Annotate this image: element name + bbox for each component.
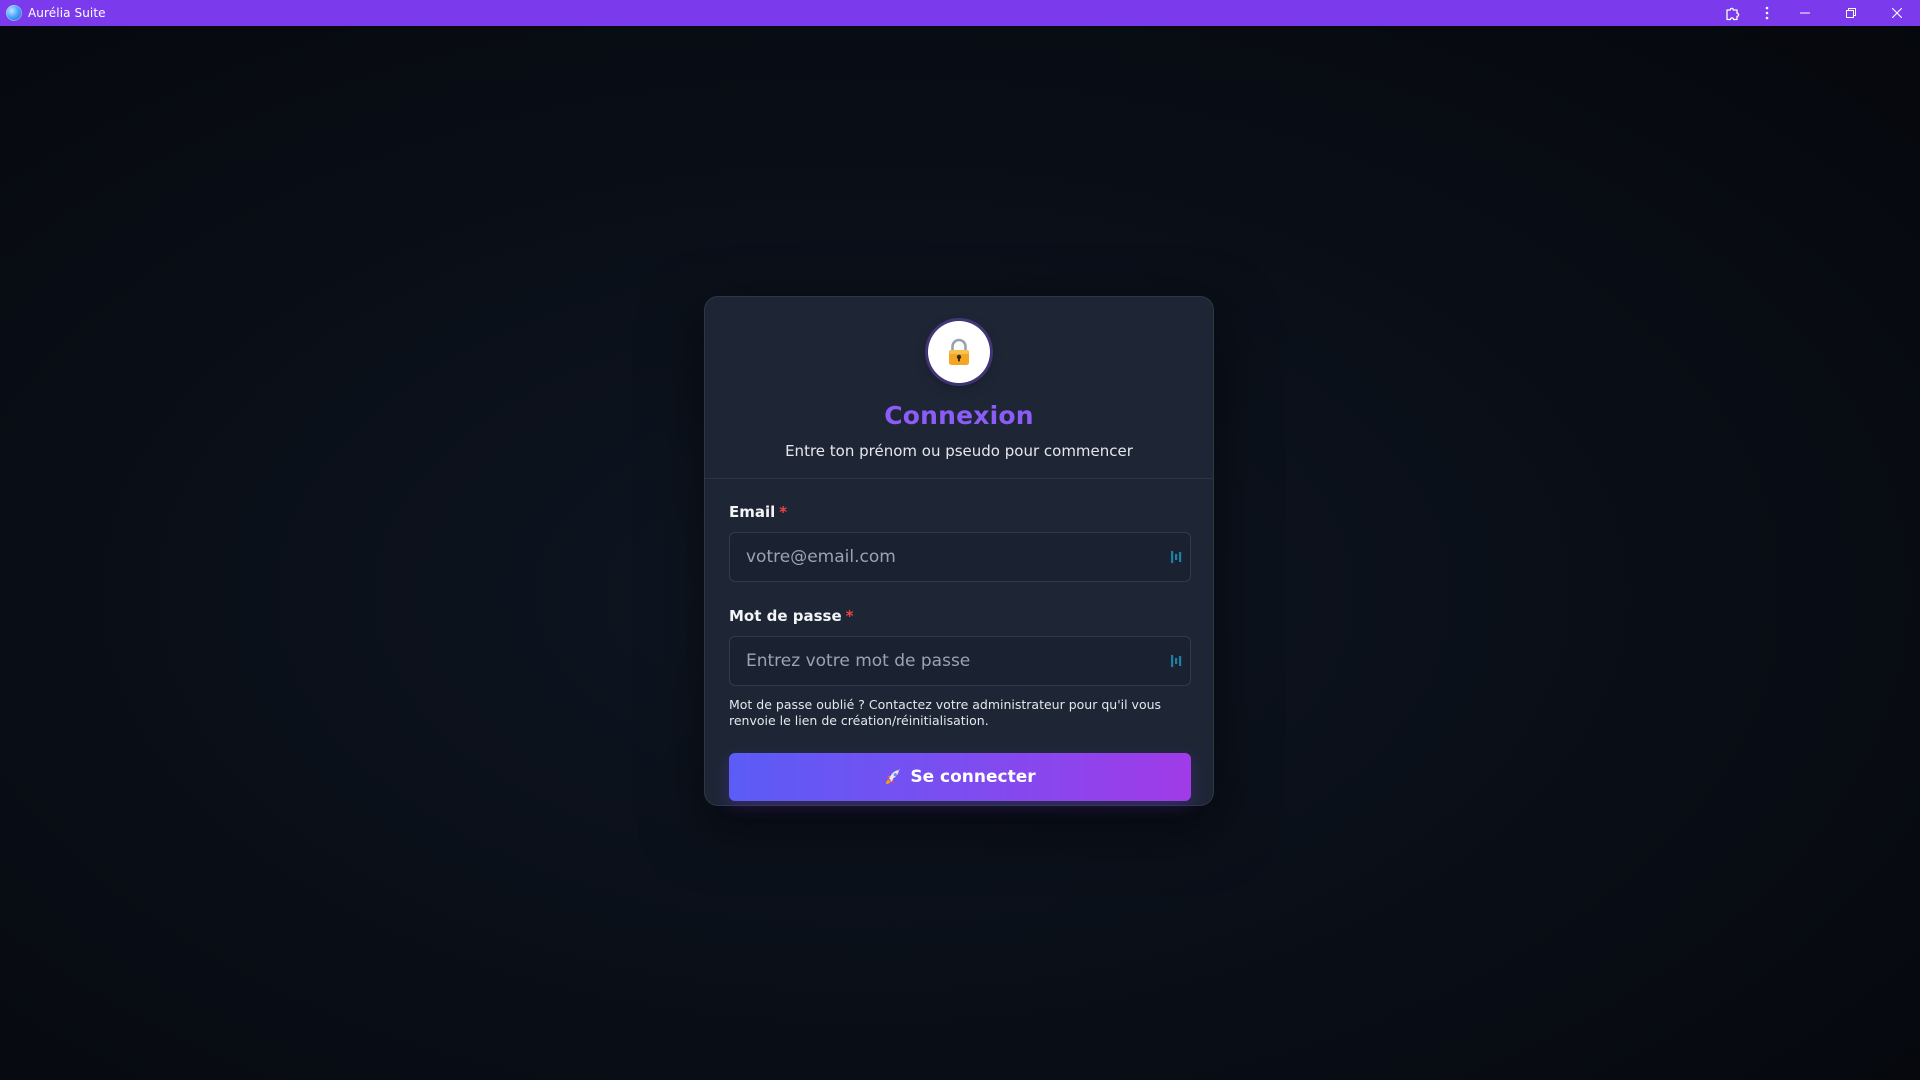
more-vertical-icon <box>1765 6 1769 20</box>
maximize-button[interactable] <box>1828 0 1874 26</box>
window-title: Aurélia Suite <box>28 6 106 20</box>
login-card: Connexion Entre ton prénom ou pseudo pou… <box>704 296 1214 806</box>
puzzle-icon <box>1726 7 1740 21</box>
restore-icon <box>1846 8 1856 18</box>
window-titlebar: Aurélia Suite <box>0 0 1920 26</box>
titlebar-actions <box>1714 0 1920 26</box>
rocket-icon <box>884 768 902 786</box>
close-button[interactable] <box>1874 0 1920 26</box>
email-input[interactable] <box>730 533 1190 581</box>
password-manager-icon[interactable] <box>1170 549 1184 565</box>
email-label: Email * <box>729 502 1191 522</box>
lock-avatar <box>928 321 990 383</box>
more-menu-button[interactable] <box>1752 0 1782 26</box>
email-field <box>729 532 1191 582</box>
password-input[interactable] <box>730 637 1190 685</box>
page-title: Connexion <box>884 401 1034 430</box>
page-subtitle: Entre ton prénom ou pseudo pour commence… <box>785 442 1133 460</box>
minimize-icon <box>1800 12 1810 14</box>
required-mark: * <box>779 503 788 521</box>
app-logo-icon <box>6 5 22 21</box>
login-button-label: Se connecter <box>910 767 1036 787</box>
minimize-button[interactable] <box>1782 0 1828 26</box>
lock-icon <box>949 338 969 365</box>
password-manager-icon[interactable] <box>1170 653 1184 669</box>
password-label-text: Mot de passe <box>729 607 842 625</box>
login-form: Email* Mot de passe* Mot de passe oublié… <box>729 502 1191 801</box>
required-mark: * <box>845 607 854 625</box>
login-button[interactable]: Se connecter <box>729 753 1191 801</box>
forgot-password-help-text: Mot de passe oublié ? Contactez votre ad… <box>729 697 1162 728</box>
password-field <box>729 636 1191 686</box>
email-label-text: Email <box>729 503 776 521</box>
password-label: Mot de passe * <box>729 606 1191 626</box>
close-icon <box>1892 8 1902 18</box>
card-header: Connexion Entre ton prénom ou pseudo pou… <box>705 297 1213 479</box>
extensions-button[interactable] <box>1714 0 1752 26</box>
